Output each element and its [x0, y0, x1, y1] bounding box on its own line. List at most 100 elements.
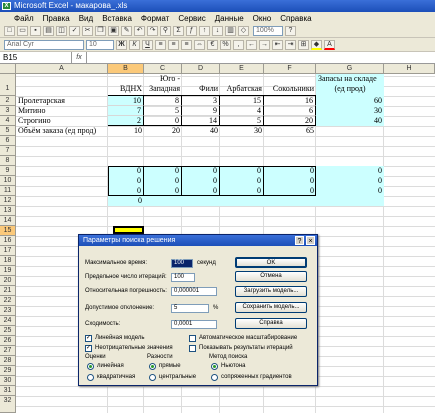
- column-header[interactable]: B: [108, 64, 144, 74]
- cell-c10[interactable]: 0: [144, 176, 182, 186]
- column-header[interactable]: C: [144, 64, 182, 74]
- help-icon[interactable]: ?: [285, 25, 296, 36]
- cell-b10[interactable]: 0: [108, 176, 144, 186]
- cell-g1-line2[interactable]: (ед прод): [316, 84, 384, 96]
- preview-icon[interactable]: ◫: [56, 25, 67, 36]
- paste-icon[interactable]: ▣: [108, 25, 119, 36]
- select-all-corner[interactable]: [0, 64, 16, 74]
- active-cell-b15[interactable]: [113, 226, 144, 234]
- row-header[interactable]: 14: [0, 216, 16, 226]
- open-icon[interactable]: ▭: [17, 25, 28, 36]
- menu-format[interactable]: Формат: [141, 14, 169, 23]
- estimates-quadratic-radio[interactable]: [87, 374, 94, 381]
- undo-icon[interactable]: ↶: [134, 25, 145, 36]
- row-header[interactable]: 2: [0, 96, 16, 106]
- drawing-icon[interactable]: ◇: [238, 25, 249, 36]
- row-header[interactable]: 9: [0, 166, 16, 176]
- new-icon[interactable]: □: [4, 25, 15, 36]
- cell-d4[interactable]: 14: [182, 116, 220, 126]
- cell-f4[interactable]: 20: [264, 116, 316, 126]
- cell-d5[interactable]: 40: [182, 126, 220, 136]
- cell-g2[interactable]: 60: [316, 96, 384, 106]
- align-right-icon[interactable]: ≡: [181, 39, 192, 50]
- cell-a3[interactable]: Митино: [16, 106, 108, 116]
- row-header[interactable]: 30: [0, 376, 16, 386]
- cell-b12[interactable]: 0: [108, 196, 144, 206]
- save-icon[interactable]: ▪: [30, 25, 41, 36]
- derivatives-forward-radio[interactable]: [149, 363, 156, 370]
- cell-f9[interactable]: 0: [264, 166, 316, 176]
- save-model-button[interactable]: Сохранить модель...: [235, 302, 307, 313]
- derivatives-central-radio[interactable]: [149, 374, 156, 381]
- method-newton-radio[interactable]: [211, 363, 218, 370]
- row-header[interactable]: 23: [0, 306, 16, 316]
- cell-e3[interactable]: 4: [220, 106, 264, 116]
- column-header[interactable]: A: [16, 64, 108, 74]
- function-wizard-icon[interactable]: fx: [72, 54, 86, 61]
- row-header[interactable]: 18: [0, 256, 16, 266]
- align-center-icon[interactable]: ≡: [168, 39, 179, 50]
- autosum-icon[interactable]: Σ: [173, 25, 184, 36]
- nonnegative-checkbox[interactable]: ✓: [85, 345, 92, 352]
- decrease-decimal-icon[interactable]: →: [259, 39, 270, 50]
- estimates-linear-radio[interactable]: [87, 363, 94, 370]
- row-header[interactable]: 5: [0, 126, 16, 136]
- merge-center-icon[interactable]: ⇔: [194, 39, 205, 50]
- font-size-select[interactable]: 10: [86, 39, 114, 50]
- cell-g3[interactable]: 30: [316, 106, 384, 116]
- row-header[interactable]: 32: [0, 396, 16, 413]
- tolerance-input[interactable]: 5: [171, 304, 209, 313]
- function-icon[interactable]: ƒ: [186, 25, 197, 36]
- cell-f3[interactable]: 6: [264, 106, 316, 116]
- max-iterations-input[interactable]: 100: [171, 273, 195, 282]
- cut-icon[interactable]: ✂: [82, 25, 93, 36]
- cell-f5[interactable]: 65: [264, 126, 316, 136]
- row-header[interactable]: 1: [0, 74, 16, 96]
- print-icon[interactable]: ▤: [43, 25, 54, 36]
- italic-icon[interactable]: К: [129, 39, 140, 50]
- row-header[interactable]: 10: [0, 176, 16, 186]
- row-header[interactable]: 21: [0, 286, 16, 296]
- increase-decimal-icon[interactable]: ←: [246, 39, 257, 50]
- zoom-select[interactable]: 100%: [253, 25, 283, 36]
- cell-f2[interactable]: 16: [264, 96, 316, 106]
- cell-b3[interactable]: 7: [108, 106, 144, 116]
- cell-b2[interactable]: 10: [108, 96, 144, 106]
- cell-f11[interactable]: 0: [264, 186, 316, 196]
- redo-icon[interactable]: ↷: [147, 25, 158, 36]
- menu-edit[interactable]: Правка: [43, 14, 70, 23]
- row-header[interactable]: 11: [0, 186, 16, 196]
- column-header[interactable]: H: [384, 64, 435, 74]
- cell-c2[interactable]: 8: [144, 96, 182, 106]
- row-header[interactable]: 3: [0, 106, 16, 116]
- row-header[interactable]: 15: [0, 226, 16, 236]
- row-header[interactable]: 4: [0, 116, 16, 126]
- cell-d9[interactable]: 0: [182, 166, 220, 176]
- row-header[interactable]: 22: [0, 296, 16, 306]
- cell-e4[interactable]: 5: [220, 116, 264, 126]
- row-header[interactable]: 29: [0, 366, 16, 376]
- row-header[interactable]: 27: [0, 346, 16, 356]
- cell-b5[interactable]: 10: [108, 126, 144, 136]
- row-header[interactable]: 25: [0, 326, 16, 336]
- format-painter-icon[interactable]: ✎: [121, 25, 132, 36]
- menu-file[interactable]: Файл: [14, 14, 34, 23]
- row-header[interactable]: 6: [0, 136, 16, 146]
- cell-g9[interactable]: 0: [316, 166, 384, 176]
- column-header[interactable]: G: [316, 64, 384, 74]
- method-conjugate-radio[interactable]: [211, 374, 218, 381]
- row-header[interactable]: 7: [0, 146, 16, 156]
- percent-icon[interactable]: %: [220, 39, 231, 50]
- cell-c9[interactable]: 0: [144, 166, 182, 176]
- fill-color-icon[interactable]: ◆: [311, 39, 322, 50]
- close-icon[interactable]: ×: [306, 236, 315, 245]
- indent-icon[interactable]: ⇥: [285, 39, 296, 50]
- cell-d2[interactable]: 3: [182, 96, 220, 106]
- row-header[interactable]: 16: [0, 236, 16, 246]
- row-header[interactable]: 8: [0, 156, 16, 166]
- cancel-button[interactable]: Отмена: [235, 271, 307, 282]
- font-color-icon[interactable]: A: [324, 39, 335, 50]
- cell-c3[interactable]: 5: [144, 106, 182, 116]
- load-model-button[interactable]: Загрузить модель...: [235, 286, 307, 297]
- cell-a2[interactable]: Пролетарская: [16, 96, 108, 106]
